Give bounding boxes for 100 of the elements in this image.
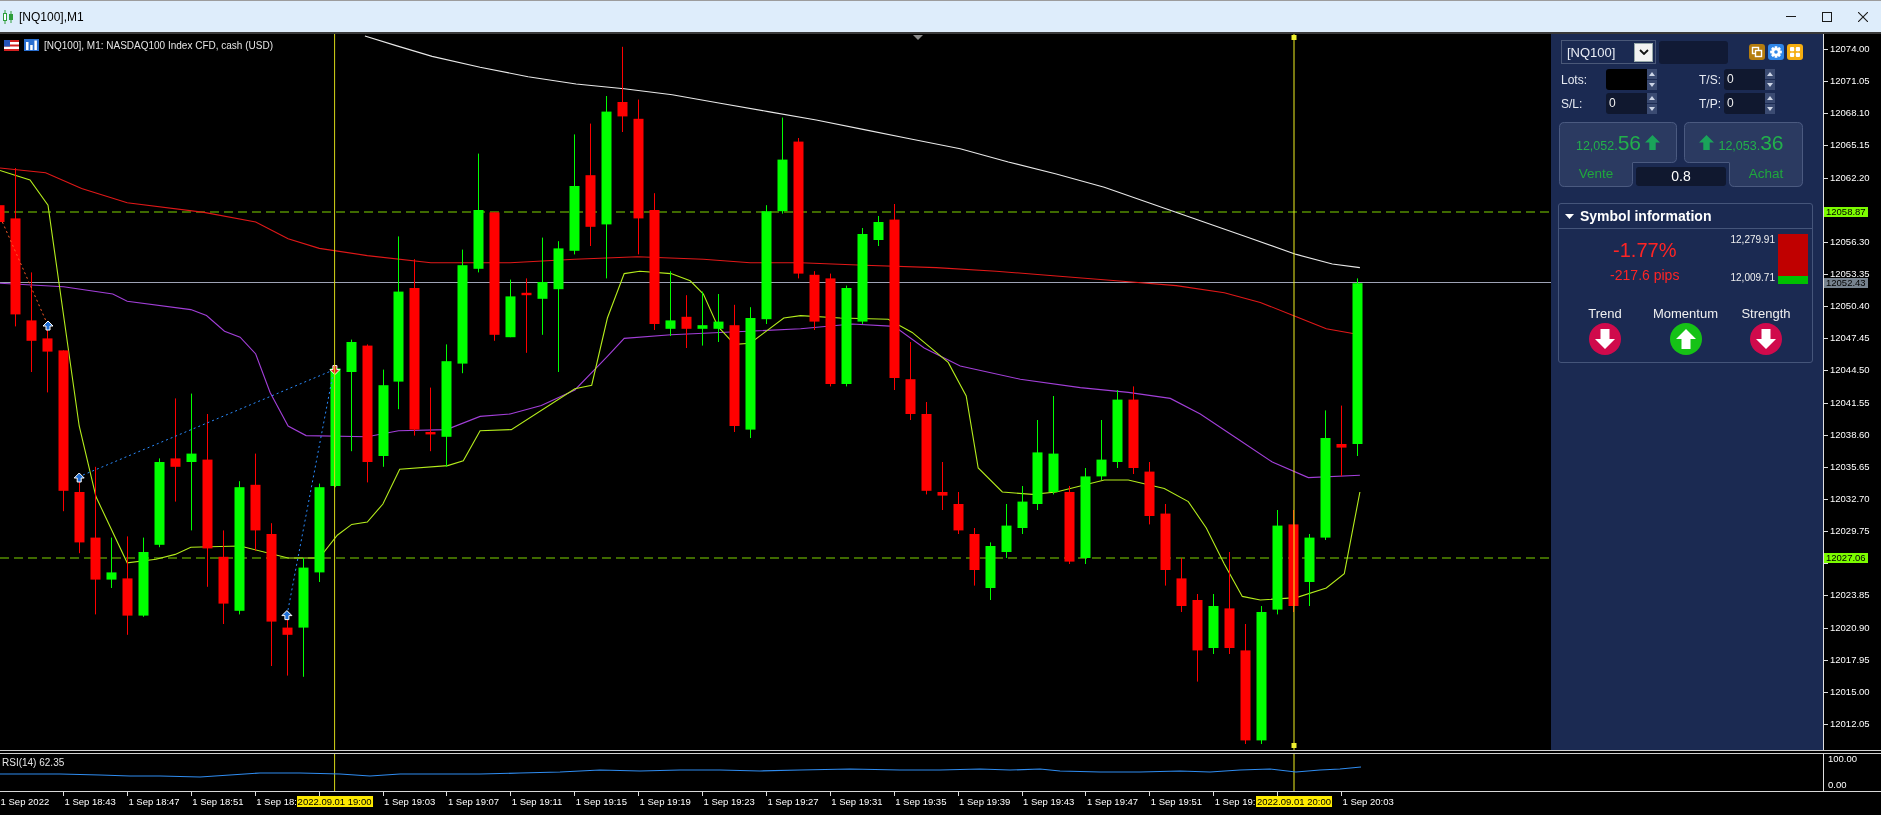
time-marker-line[interactable] <box>1293 34 1295 750</box>
line-handle[interactable] <box>1291 743 1297 748</box>
price-label: 12023.85 <box>1830 590 1870 601</box>
spin-down-button[interactable] <box>1765 80 1775 90</box>
close-icon <box>1858 11 1868 22</box>
spin-down-button[interactable] <box>1765 104 1775 114</box>
time-label: 1 Sep 19:43 <box>1023 796 1075 807</box>
field-label: T/P: <box>1699 96 1722 111</box>
spin-down-button[interactable] <box>1647 80 1657 90</box>
candlestick <box>697 291 708 347</box>
time-label: 1 Sep 19:31 <box>831 796 883 807</box>
caret-up-icon <box>1649 96 1655 100</box>
grid-icon[interactable] <box>1787 44 1803 60</box>
time-marker-line[interactable] <box>334 34 336 750</box>
input-field[interactable]: 0 <box>1724 93 1765 114</box>
time-marker-label: 2022.09.01 20:00 <box>1256 796 1332 807</box>
candlestick <box>969 527 980 587</box>
candlestick <box>1017 485 1028 535</box>
triangle-marker-icon <box>913 35 923 40</box>
signal-label: Strength <box>1741 306 1791 321</box>
price-label: 12035.65 <box>1830 461 1870 472</box>
field-label: Lots: <box>1561 72 1588 87</box>
minimize-icon <box>1786 16 1796 17</box>
candlestick <box>665 270 676 337</box>
rsi-axis-label: 0.00 <box>1828 780 1847 790</box>
spin-up-button[interactable] <box>1647 69 1657 79</box>
candlestick <box>425 387 436 452</box>
input-field[interactable] <box>1606 69 1647 90</box>
up-arrow-marker-icon <box>281 610 293 621</box>
time-marker-line[interactable] <box>1293 754 1295 791</box>
price-label: 12062.20 <box>1830 172 1870 183</box>
signal-label: Trend <box>1588 306 1622 321</box>
copy-icon[interactable] <box>1749 44 1765 60</box>
time-label: 1 Sep 19:11 <box>511 796 563 807</box>
candlestick <box>106 537 117 589</box>
sell-tab[interactable]: Vente <box>1559 163 1633 187</box>
range-high: 12,279.91 <box>1730 234 1775 246</box>
time-label: 1 Sep 19: <box>1214 796 1256 807</box>
up-arrow-marker-icon <box>73 472 85 483</box>
time-label: 1 Sep 20:03 <box>1342 796 1394 807</box>
sell-button[interactable]: 12,052.56 <box>1559 122 1677 163</box>
buy-button[interactable]: 12,053.36 <box>1684 122 1803 163</box>
time-label: 1 Sep 18:51 <box>192 796 244 807</box>
candlestick <box>713 293 724 343</box>
candlestick <box>1208 593 1219 655</box>
candlestick-icon <box>2 9 14 24</box>
signal-label: Momentum <box>1653 306 1718 321</box>
price-label: 12038.60 <box>1830 429 1870 440</box>
rsi-axis-label: 100.00 <box>1828 754 1858 764</box>
maximize-icon <box>1822 11 1832 22</box>
spin-down-button[interactable] <box>1647 104 1657 114</box>
candlestick <box>985 541 996 601</box>
caret-down-icon <box>1767 83 1773 87</box>
candlestick <box>1176 557 1187 613</box>
symbol-dropdown[interactable]: [NQ100] <box>1561 40 1656 64</box>
time-label: 1 Sep 19:27 <box>767 796 819 807</box>
section-header[interactable]: Symbol information <box>1559 204 1812 229</box>
price-label: 12071.05 <box>1830 76 1870 87</box>
time-label: 1 Sep 19:19 <box>639 796 691 807</box>
candlestick <box>505 279 516 338</box>
buy-tab[interactable]: Achat <box>1729 163 1803 187</box>
input-field[interactable]: 0 <box>1606 93 1647 114</box>
window-title: [NQ100],M1 <box>19 9 84 24</box>
spin-up-button[interactable] <box>1765 69 1775 79</box>
input-field[interactable] <box>1659 40 1728 64</box>
candlestick <box>1001 503 1012 559</box>
candlestick <box>809 270 820 331</box>
time-label: 1 Sep 19:47 <box>1086 796 1139 807</box>
price-label: 12029.75 <box>1830 526 1870 537</box>
time-label: 1 Sep 18: <box>256 796 297 807</box>
time-label: 1 Sep 19:07 <box>447 796 500 807</box>
candlestick <box>873 215 884 247</box>
candlestick <box>1096 419 1107 481</box>
chart-caption: [NQ100], M1: NASDAQ100 Index CFD, cash (USD) <box>44 39 273 51</box>
price-label: 12012.05 <box>1830 718 1870 729</box>
candlestick <box>1144 461 1155 525</box>
up-arrow-marker-icon <box>42 320 54 331</box>
price-label: 12017.95 <box>1830 654 1870 665</box>
settings-icon[interactable] <box>1768 44 1784 60</box>
spin-up-button[interactable] <box>1647 93 1657 103</box>
time-label: 1 Sep 19:51 <box>1150 796 1203 807</box>
price-label: 12068.10 <box>1830 108 1870 119</box>
field-label: T/S: <box>1699 72 1722 87</box>
input-field[interactable]: 0 <box>1724 69 1765 90</box>
price-label: 12065.15 <box>1830 140 1870 151</box>
time-marker-label: 2022.09.01 19:00 <box>296 796 373 807</box>
spin-up-button[interactable] <box>1765 93 1775 103</box>
time-label: 1 Sep 19:35 <box>895 796 947 807</box>
bar-chart-icon <box>24 39 39 51</box>
candlestick <box>1336 405 1347 477</box>
dropdown-button[interactable] <box>1634 42 1653 62</box>
down-arrow-marker-icon <box>329 365 341 376</box>
price-level-label: 12052.43 <box>1824 277 1868 288</box>
time-label: 1 Sep 18:43 <box>64 796 116 807</box>
time-marker-line[interactable] <box>334 754 336 791</box>
spread-display: 0.8 <box>1636 167 1726 186</box>
time-label: 1 Sep 2022 <box>0 796 50 807</box>
change-percent: -1.77% <box>1613 238 1677 262</box>
price-label: 12020.90 <box>1830 622 1870 633</box>
range-low: 12,009.71 <box>1730 272 1775 284</box>
